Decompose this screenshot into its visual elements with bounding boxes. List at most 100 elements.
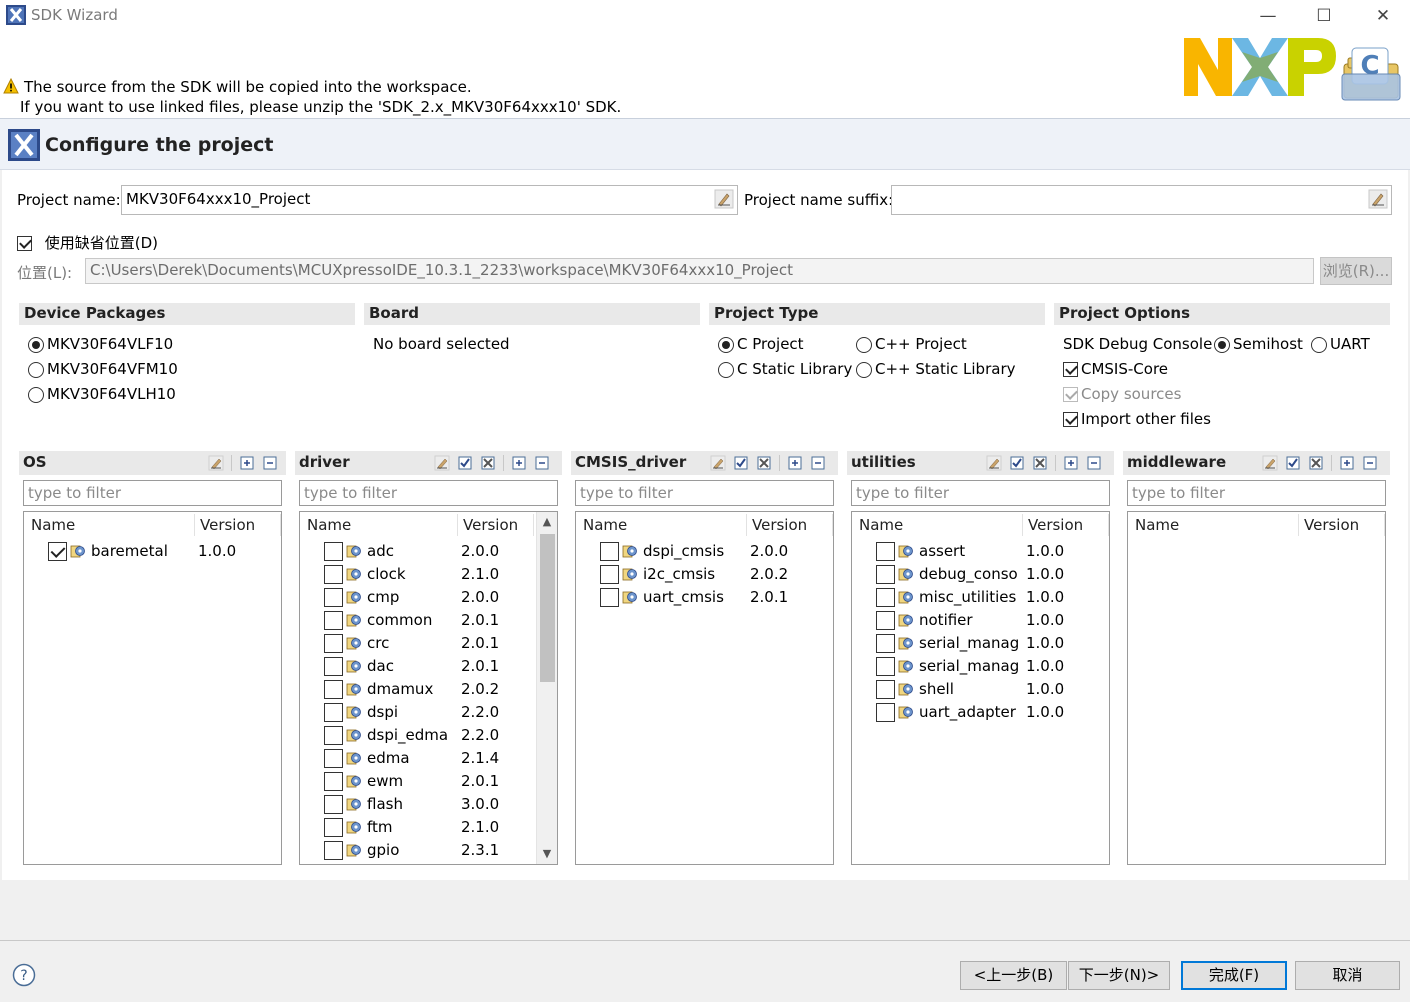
scroll-thumb[interactable] [540,534,555,682]
radio-button[interactable] [28,361,44,378]
deselect-all-icon[interactable] [1032,455,1048,471]
column-header-name[interactable]: Name [583,516,627,534]
component-checkbox[interactable] [876,588,895,607]
use-default-location-checkbox[interactable]: 使用缺省位置(D) [17,232,158,253]
device-option[interactable]: MKV30F64VLH10 [28,385,176,403]
component-checkbox[interactable] [324,542,343,561]
column-header-name[interactable]: Name [31,516,75,534]
component-checkbox[interactable] [324,703,343,722]
project-type-cpp-static[interactable]: C++ Static Library [856,360,1016,378]
column-header-version[interactable]: Version [1028,516,1083,534]
deselect-all-icon[interactable] [1308,455,1324,471]
component-checkbox[interactable] [600,565,619,584]
expand-all-icon[interactable] [787,455,803,471]
column-header-version[interactable]: Version [463,516,518,534]
collapse-all-icon[interactable] [810,455,826,471]
component-row[interactable]: flash 3.0.0 [300,793,557,816]
radio-button[interactable] [28,336,44,353]
component-row[interactable]: clock 2.1.0 [300,563,557,586]
component-row[interactable]: notifier 1.0.0 [852,609,1109,632]
scroll-down-arrow[interactable]: ▼ [537,844,557,864]
component-checkbox[interactable] [876,703,895,722]
radio-button[interactable] [28,386,44,403]
cmsis-core-option[interactable]: CMSIS-Core [1063,360,1168,378]
component-row[interactable]: common 2.0.1 [300,609,557,632]
clear-edit-icon[interactable] [1368,189,1388,209]
component-checkbox[interactable] [876,611,895,630]
select-all-icon[interactable] [733,455,749,471]
column-header-version[interactable]: Version [752,516,807,534]
component-checkbox[interactable] [324,634,343,653]
component-row[interactable]: baremetal 1.0.0 [24,540,281,563]
minimize-button[interactable]: — [1256,4,1280,28]
component-row[interactable]: debug_consol 1.0.0 [852,563,1109,586]
deselect-all-icon[interactable] [756,455,772,471]
select-all-icon[interactable] [1009,455,1025,471]
radio-button[interactable] [1311,336,1327,353]
clear-filter-icon[interactable] [986,455,1002,471]
import-other-files-option[interactable]: Import other files [1063,410,1211,428]
checkbox-box[interactable] [1063,362,1078,377]
component-checkbox[interactable] [324,680,343,699]
component-checkbox[interactable] [876,634,895,653]
collapse-all-icon[interactable] [534,455,550,471]
driver-filter-input[interactable]: type to filter [299,480,558,506]
expand-all-icon[interactable] [511,455,527,471]
checkbox-box[interactable] [17,236,32,251]
component-row[interactable]: ewm 2.0.1 [300,770,557,793]
radio-button[interactable] [718,336,734,353]
collapse-all-icon[interactable] [1362,455,1378,471]
component-row[interactable]: serial_manage 1.0.0 [852,632,1109,655]
clear-filter-icon[interactable] [1262,455,1278,471]
column-header-name[interactable]: Name [859,516,903,534]
select-all-icon[interactable] [1285,455,1301,471]
select-all-icon[interactable] [457,455,473,471]
collapse-all-icon[interactable] [1086,455,1102,471]
radio-button[interactable] [856,336,872,353]
project-name-input[interactable]: MKV30F64xxx10_Project [121,185,738,215]
component-row[interactable]: adc 2.0.0 [300,540,557,563]
component-checkbox[interactable] [324,749,343,768]
clear-filter-icon[interactable] [710,455,726,471]
component-checkbox[interactable] [876,542,895,561]
project-suffix-input[interactable] [891,185,1392,215]
component-row[interactable]: gpio 2.3.1 [300,839,557,862]
component-checkbox[interactable] [324,565,343,584]
vertical-scrollbar[interactable]: ▲ ▼ [536,512,557,864]
component-row[interactable]: misc_utilities 1.0.0 [852,586,1109,609]
clear-filter-icon[interactable] [208,455,224,471]
checkbox-box[interactable] [1063,412,1078,427]
radio-button[interactable] [718,361,734,378]
cancel-button[interactable]: 取消 [1295,961,1400,990]
middleware-filter-input[interactable]: type to filter [1127,480,1386,506]
next-button[interactable]: 下一步(N)> [1068,961,1170,990]
project-type-c[interactable]: C Project [718,335,804,353]
component-checkbox[interactable] [324,611,343,630]
component-checkbox[interactable] [324,657,343,676]
project-type-c-static[interactable]: C Static Library [718,360,852,378]
scroll-up-arrow[interactable]: ▲ [537,512,557,532]
device-option[interactable]: MKV30F64VLF10 [28,335,173,353]
radio-button[interactable] [1214,336,1230,353]
component-checkbox[interactable] [876,657,895,676]
component-row[interactable]: cmp 2.0.0 [300,586,557,609]
finish-button[interactable]: 完成(F) [1181,961,1287,990]
maximize-button[interactable]: ☐ [1312,4,1336,28]
utilities-filter-input[interactable]: type to filter [851,480,1110,506]
column-header-version[interactable]: Version [200,516,255,534]
column-header-name[interactable]: Name [1135,516,1179,534]
column-header-version[interactable]: Version [1304,516,1359,534]
component-checkbox[interactable] [876,565,895,584]
clear-edit-icon[interactable] [714,189,734,209]
uart-option[interactable]: UART [1311,335,1370,353]
component-checkbox[interactable] [324,818,343,837]
component-checkbox[interactable] [600,542,619,561]
deselect-all-icon[interactable] [480,455,496,471]
expand-all-icon[interactable] [1339,455,1355,471]
column-header-name[interactable]: Name [307,516,351,534]
project-type-cpp[interactable]: C++ Project [856,335,967,353]
component-checkbox[interactable] [324,588,343,607]
back-button[interactable]: <上一步(B) [960,961,1067,990]
os-filter-input[interactable]: type to filter [23,480,282,506]
component-row[interactable]: shell 1.0.0 [852,678,1109,701]
